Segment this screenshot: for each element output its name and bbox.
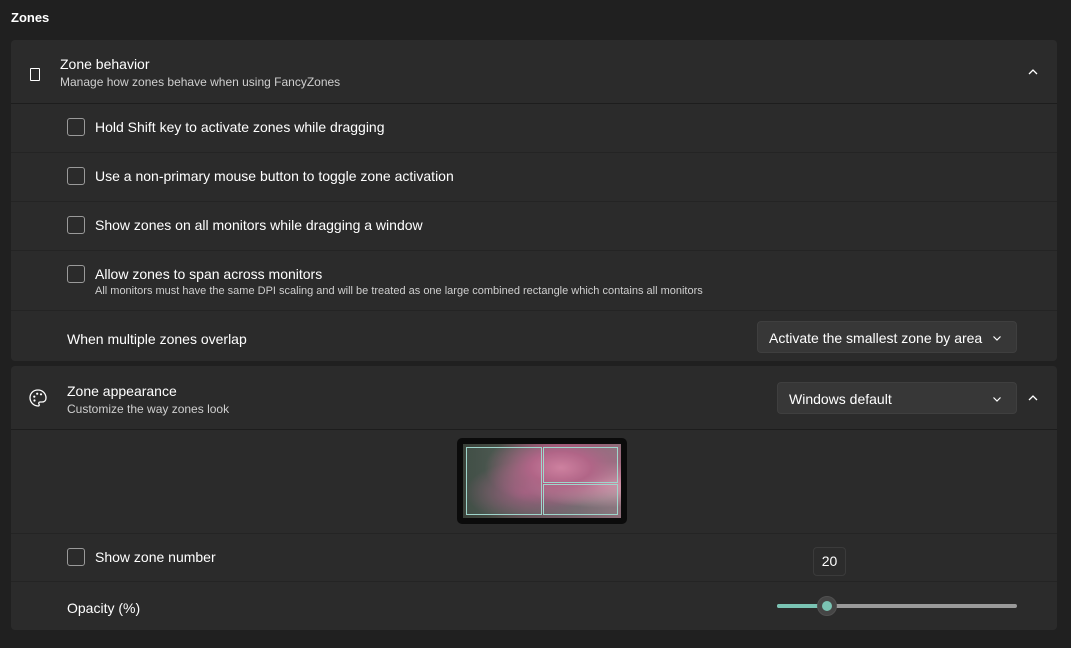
theme-dropdown[interactable]: Windows default: [777, 382, 1017, 414]
zone-appearance-subtitle: Customize the way zones look: [67, 402, 230, 416]
zone-behavior-card: Zone behavior Manage how zones behave wh…: [11, 40, 1057, 361]
zone-behavior-header[interactable]: Zone behavior Manage how zones behave wh…: [11, 40, 1057, 104]
overlap-row: When multiple zones overlap Activate the…: [11, 311, 1057, 361]
opacity-slider-thumb[interactable]: [817, 596, 837, 616]
overlap-dropdown-value: Activate the smallest zone by area: [769, 330, 983, 346]
preview-zone: [466, 447, 542, 515]
theme-dropdown-value: Windows default: [789, 391, 892, 407]
preview-zone: [543, 484, 618, 515]
option-row: Show zones on all monitors while draggin…: [11, 202, 1057, 251]
show-all-monitors-checkbox[interactable]: [67, 216, 85, 234]
zone-behavior-subtitle: Manage how zones behave when using Fancy…: [60, 75, 341, 89]
zone-appearance-header[interactable]: Zone appearance Customize the way zones …: [11, 366, 1057, 430]
show-zone-number-row: Show zone number: [11, 534, 1057, 582]
zone-behavior-title: Zone behavior: [60, 56, 150, 72]
overlap-label: When multiple zones overlap: [67, 331, 247, 347]
zone-preview: [457, 438, 627, 524]
hold-shift-checkbox[interactable]: [67, 118, 85, 136]
chevron-up-icon[interactable]: [1026, 65, 1040, 79]
span-monitors-description: All monitors must have the same DPI scal…: [95, 285, 703, 297]
non-primary-mouse-label: Use a non-primary mouse button to toggle…: [95, 168, 454, 184]
preview-wallpaper-image: [463, 444, 621, 518]
opacity-label: Opacity (%): [67, 600, 141, 616]
palette-icon: [29, 389, 47, 407]
option-row: Hold Shift key to activate zones while d…: [11, 104, 1057, 153]
show-all-monitors-label: Show zones on all monitors while draggin…: [95, 217, 423, 233]
span-monitors-checkbox[interactable]: [67, 265, 85, 283]
chevron-down-icon: [993, 336, 1001, 341]
span-monitors-label: Allow zones to span across monitors: [95, 266, 323, 282]
hold-shift-label: Hold Shift key to activate zones while d…: [95, 119, 385, 135]
show-zone-number-label: Show zone number: [95, 549, 216, 565]
opacity-value-tooltip: 20: [813, 547, 846, 576]
option-row: Use a non-primary mouse button to toggle…: [11, 153, 1057, 202]
opacity-slider[interactable]: [777, 596, 1017, 616]
zones-rectangle-icon: [30, 68, 40, 81]
option-row: Allow zones to span across monitors All …: [11, 251, 1057, 311]
preview-zone: [543, 447, 618, 483]
section-title: Zones: [11, 10, 50, 25]
non-primary-mouse-checkbox[interactable]: [67, 167, 85, 185]
show-zone-number-checkbox[interactable]: [67, 548, 85, 566]
zone-appearance-title: Zone appearance: [67, 383, 177, 399]
overlap-dropdown[interactable]: Activate the smallest zone by area: [757, 321, 1017, 353]
chevron-up-icon[interactable]: [1026, 391, 1040, 405]
chevron-down-icon: [993, 397, 1001, 402]
